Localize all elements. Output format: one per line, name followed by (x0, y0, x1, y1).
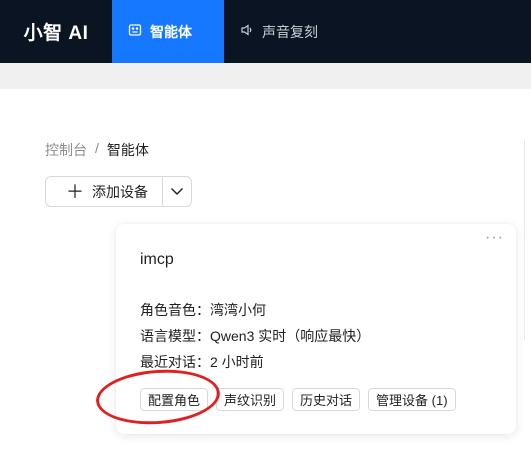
add-device-label: 添加设备 (92, 183, 148, 200)
agent-name: imcp (140, 251, 174, 268)
manage-devices-button[interactable]: 管理设备 (1) (368, 388, 456, 411)
more-options-icon[interactable]: ··· (485, 229, 504, 247)
nav-item-label: 声音复刻 (262, 23, 318, 40)
voiceprint-button[interactable]: 声纹识别 (216, 388, 285, 411)
breadcrumb-current: 智能体 (106, 142, 149, 158)
configure-role-button[interactable]: 配置角色 (140, 388, 209, 411)
nav-item-label: 智能体 (150, 23, 192, 40)
next-card-edge (524, 140, 531, 340)
robot-icon (128, 23, 142, 40)
agent-card: ··· imcp 角色音色：湾湾小何 语言模型：Qwen3 实时（响应最快） 最… (116, 224, 516, 434)
top-nav-bar: 小智 AI 智能体 声音复刻 (0, 0, 531, 63)
agent-last-chat: 最近对话：2 小时前 (140, 354, 264, 370)
agent-model: 语言模型：Qwen3 实时（响应最快） (140, 328, 371, 344)
add-device-split-button: ＋ 添加设备 (45, 176, 192, 207)
sub-header-bar (0, 63, 531, 89)
breadcrumb-separator: / (95, 140, 99, 156)
plus-icon: ＋ (66, 181, 84, 202)
add-device-button[interactable]: ＋ 添加设备 (46, 177, 163, 206)
speaker-icon (240, 23, 254, 40)
chat-history-button[interactable]: 历史对话 (292, 388, 361, 411)
nav-item-agents[interactable]: 智能体 (112, 0, 224, 63)
add-device-dropdown-button[interactable] (163, 177, 191, 206)
breadcrumb-console-link[interactable]: 控制台 (45, 140, 87, 160)
nav-item-voice-clone[interactable]: 声音复刻 (224, 0, 334, 63)
breadcrumb: 控制台 / 智能体 (45, 140, 149, 160)
card-actions: 配置角色 声纹识别 历史对话 管理设备 (1) (140, 388, 456, 411)
agent-voice: 角色音色：湾湾小何 (140, 302, 266, 318)
chevron-down-icon (170, 183, 184, 201)
app-logo: 小智 AI (23, 23, 89, 44)
